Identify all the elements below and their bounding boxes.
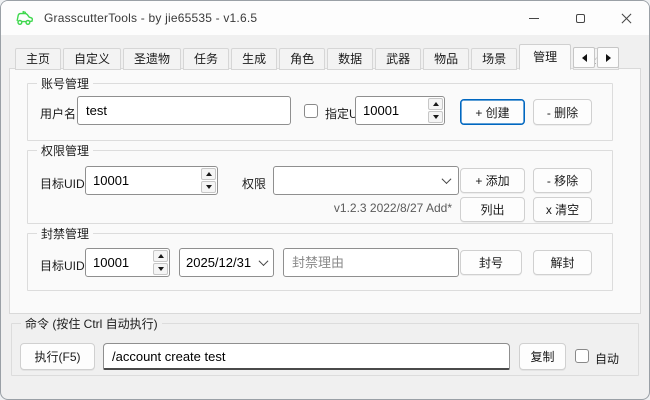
- window-title: GrasscutterTools - by jie65535 - v1.6.5: [44, 11, 257, 25]
- spinner-down-button[interactable]: [428, 111, 443, 123]
- close-button[interactable]: [603, 1, 649, 35]
- permission-combobox[interactable]: [273, 166, 459, 195]
- tab-quest[interactable]: 任务: [183, 48, 229, 70]
- add-button[interactable]: + 添加: [460, 168, 525, 193]
- ban-uid-spinner[interactable]: [85, 248, 170, 277]
- target-uid-label: 目标UID: [40, 175, 85, 192]
- down-triangle-icon: [158, 267, 164, 271]
- target-uid-spinner-input[interactable]: [86, 167, 200, 194]
- remove-button[interactable]: - 移除: [533, 168, 592, 193]
- tab-scroll-right-button[interactable]: [597, 47, 619, 68]
- group-ban-title: 封禁管理: [37, 225, 93, 242]
- tab-home[interactable]: 主页: [15, 48, 61, 70]
- chevron-down-icon: [259, 256, 269, 266]
- chevron-down-icon: [442, 174, 452, 184]
- tab-weapon[interactable]: 武器: [375, 48, 421, 70]
- version-note: v1.2.3 2022/8/27 Add*: [28, 201, 452, 215]
- up-triangle-icon: [206, 172, 212, 176]
- tab-custom[interactable]: 自定义: [63, 48, 121, 70]
- clear-button[interactable]: x 清空: [533, 197, 592, 222]
- spinner-down-button[interactable]: [201, 181, 216, 193]
- target-uid-spinner[interactable]: [85, 166, 218, 195]
- maximize-button[interactable]: [557, 1, 603, 35]
- tab-management[interactable]: 管理: [519, 44, 571, 70]
- auto-label: 自动: [595, 350, 619, 367]
- close-icon: [621, 13, 632, 24]
- app-window: GrasscutterTools - by jie65535 - v1.6.5 …: [0, 0, 650, 400]
- ban-button[interactable]: 封号: [460, 250, 522, 275]
- command-input[interactable]: [103, 343, 510, 370]
- username-input[interactable]: [77, 96, 291, 125]
- uid-spinner-input[interactable]: [356, 97, 427, 124]
- username-label: 用户名: [40, 105, 76, 122]
- spinner-down-button[interactable]: [153, 263, 168, 275]
- right-triangle-icon: [606, 54, 611, 62]
- tab-scroll-left-button[interactable]: [573, 47, 595, 68]
- tab-data[interactable]: 数据: [327, 48, 373, 70]
- maximize-icon: [576, 14, 585, 23]
- tab-item[interactable]: 物品: [423, 48, 469, 70]
- run-button[interactable]: 执行(F5): [20, 343, 95, 370]
- tab-artifact[interactable]: 圣遗物: [123, 48, 181, 70]
- group-account-title: 账号管理: [37, 75, 93, 92]
- delete-button[interactable]: - 删除: [533, 99, 592, 125]
- left-triangle-icon: [582, 54, 587, 62]
- minimize-icon: [529, 18, 539, 19]
- minimize-button[interactable]: [511, 1, 557, 35]
- down-triangle-icon: [206, 185, 212, 189]
- auto-checkbox[interactable]: [575, 349, 589, 363]
- copy-button[interactable]: 复制: [519, 343, 566, 370]
- group-permission: 权限管理 目标UID 权限 + 添加 - 移除 v1.2.3 2022/8/27…: [27, 150, 613, 224]
- group-permission-title: 权限管理: [37, 142, 93, 159]
- tab-bar: 主页 自定义 圣遗物 任务 生成 角色 数据 武器 物品 场景 管理 关于: [15, 44, 621, 69]
- unban-button[interactable]: 解封: [533, 250, 592, 275]
- ban-uid-spinner-input[interactable]: [86, 249, 152, 276]
- tab-page-panel: 账号管理 用户名 指定UID + 创建 - 删除 权限管理 目标UID: [9, 68, 641, 314]
- list-button[interactable]: 列出: [460, 197, 525, 222]
- tab-spawn[interactable]: 生成: [231, 48, 277, 70]
- ban-date-combobox[interactable]: 2025/12/31: [179, 248, 274, 277]
- group-ban: 封禁管理 目标UID 2025/12/31 封号 解封: [27, 233, 613, 291]
- app-logo-icon: [15, 10, 35, 27]
- group-account: 账号管理 用户名 指定UID + 创建 - 删除: [27, 83, 613, 141]
- ban-date-value: 2025/12/31: [186, 255, 251, 270]
- titlebar: GrasscutterTools - by jie65535 - v1.6.5: [1, 1, 649, 35]
- create-button[interactable]: + 创建: [460, 99, 525, 125]
- uid-spinner[interactable]: [355, 96, 445, 125]
- spinner-up-button[interactable]: [153, 250, 168, 262]
- specify-uid-checkbox[interactable]: [304, 104, 318, 118]
- ban-target-uid-label: 目标UID: [40, 257, 85, 274]
- permission-label: 权限: [242, 175, 266, 192]
- ban-reason-input[interactable]: [283, 248, 459, 277]
- down-triangle-icon: [433, 115, 439, 119]
- up-triangle-icon: [433, 102, 439, 106]
- tab-scene[interactable]: 场景: [471, 48, 517, 70]
- group-command-title: 命令 (按住 Ctrl 自动执行): [21, 315, 162, 332]
- group-command: 命令 (按住 Ctrl 自动执行) 执行(F5) 复制 自动: [11, 323, 639, 376]
- spinner-up-button[interactable]: [201, 168, 216, 180]
- spinner-up-button[interactable]: [428, 98, 443, 110]
- up-triangle-icon: [158, 254, 164, 258]
- tab-character[interactable]: 角色: [279, 48, 325, 70]
